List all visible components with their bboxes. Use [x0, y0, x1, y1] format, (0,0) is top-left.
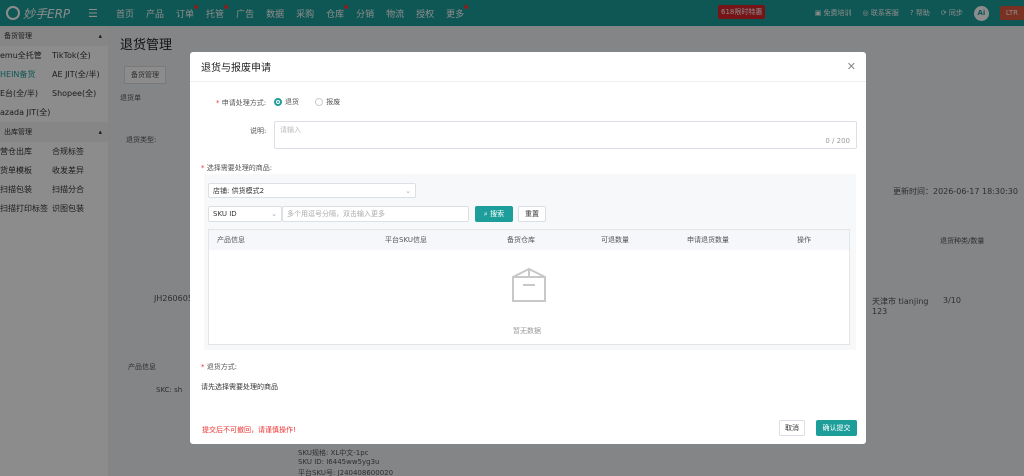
goods-table: 产品信息 平台SKU信息 备货仓库 可退数量 申请退货数量 操作 暂无数据	[208, 229, 850, 345]
empty-box-icon	[512, 267, 546, 302]
cancel-button[interactable]: 取消	[779, 420, 805, 436]
goods-label-text: 选择需要处理的商品:	[206, 164, 273, 172]
radio-unchecked-icon	[315, 98, 324, 106]
warning-text: 提交后不可撤回，请谨慎操作!	[202, 426, 296, 434]
method-radios: 退货 报废	[274, 97, 354, 108]
close-icon[interactable]: ✕	[847, 60, 856, 73]
search-label: 搜索	[490, 210, 505, 218]
radio-label: 报废	[326, 98, 341, 106]
radio-checked-icon	[274, 98, 282, 106]
sku-type-value: SKU ID	[213, 210, 237, 218]
radio-scrap[interactable]: 报废	[315, 97, 340, 107]
col-header: 产品信息	[217, 236, 245, 244]
chevron-down-icon: ⌄	[405, 186, 411, 195]
table-header: 产品信息 平台SKU信息 备货仓库 可退数量 申请退货数量 操作	[209, 230, 849, 250]
note-textarea[interactable]: 请输入 0 / 200	[274, 121, 857, 149]
chevron-down-icon: ⌄	[271, 210, 277, 218]
goods-label: * 选择需要处理的商品:	[201, 164, 273, 172]
dialog-footer: 提交后不可撤回，请谨慎操作! 取消 确认提交	[190, 412, 866, 444]
col-header: 申请退货数量	[687, 236, 729, 244]
return-scrap-dialog: 退货与报废申请 ✕ * 申请处理方式: 退货 报废 说明: 请输入 0 / 20…	[190, 52, 866, 444]
shop-label: 店铺:	[213, 186, 230, 195]
method2-label: * 退货方式:	[201, 363, 238, 371]
radio-label: 退货	[285, 98, 299, 106]
method-label-text: 申请处理方式:	[221, 99, 267, 107]
sku-search-input[interactable]: 多个用逗号分隔，双击输入更多	[282, 206, 469, 222]
method-label: * 申请处理方式:	[216, 99, 267, 107]
col-header: 备货仓库	[507, 236, 535, 244]
goods-panel: 店铺: 供货模式2 ⌄ SKU ID ⌄ 多个用逗号分隔，双击输入更多 ⌕ 搜索…	[204, 174, 856, 350]
method2-label-text: 退货方式:	[206, 363, 238, 371]
char-count: 0 / 200	[825, 137, 850, 145]
empty-text: 暂无数据	[513, 327, 541, 335]
reset-button[interactable]: 重置	[518, 206, 546, 222]
shop-value: 供货模式2	[231, 186, 265, 195]
dialog-title: 退货与报废申请	[201, 63, 271, 74]
sku-type-select[interactable]: SKU ID ⌄	[208, 206, 282, 222]
col-header: 可退数量	[601, 236, 629, 244]
radio-return[interactable]: 退货	[274, 97, 299, 107]
note-label: 说明:	[250, 127, 267, 135]
dialog-header: 退货与报废申请 ✕	[190, 52, 866, 82]
col-header: 操作	[797, 236, 811, 244]
shop-select[interactable]: 店铺: 供货模式2 ⌄	[208, 183, 416, 198]
search-button[interactable]: ⌕ 搜索	[475, 206, 513, 222]
note-placeholder: 请输入	[280, 126, 301, 134]
confirm-button[interactable]: 确认提交	[816, 420, 857, 436]
col-header: 平台SKU信息	[385, 236, 427, 244]
method2-hint: 请先选择需要处理的商品	[201, 383, 278, 391]
